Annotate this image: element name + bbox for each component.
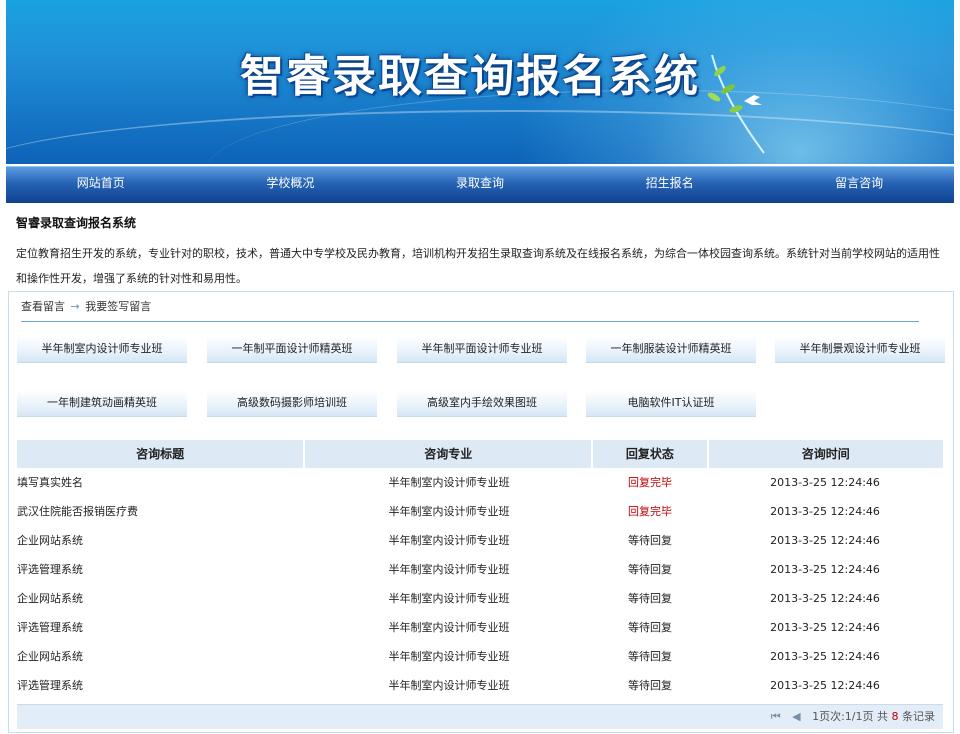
nav-home[interactable]: 网站首页 xyxy=(6,167,196,203)
arrow-right-icon: → xyxy=(70,300,80,313)
pager: ⏮ ◀ 1页次:1/1页 共 8 条记录 xyxy=(17,704,943,729)
table-row[interactable]: 评选管理系统 半年制室内设计师专业班 等待回复 2013-3-25 12:24:46 xyxy=(17,613,943,642)
main-nav: 网站首页 学校概况 录取查询 招生报名 留言咨询 xyxy=(6,166,954,203)
pager-info: ⏮ ◀ 1页次:1/1页 共 8 条记录 xyxy=(771,705,935,729)
row-time: 2013-3-25 12:24:46 xyxy=(770,476,880,489)
row-major: 半年制室内设计师专业班 xyxy=(388,476,510,489)
row-time: 2013-3-25 12:24:46 xyxy=(770,534,880,547)
page-text: 1页次:1/1页 共 xyxy=(812,710,888,723)
row-title[interactable]: 企业网站系统 xyxy=(17,642,305,671)
first-page-icon[interactable]: ⏮ xyxy=(771,710,781,723)
course-button[interactable]: 高级室内手绘效果图班 xyxy=(397,390,567,417)
banner: 智睿录取查询报名系统 xyxy=(6,0,954,164)
nav-enrollment[interactable]: 招生报名 xyxy=(575,167,765,203)
row-major: 半年制室内设计师专业班 xyxy=(388,534,510,547)
table-row[interactable]: 评选管理系统 半年制室内设计师专业班 等待回复 2013-3-25 12:24:46 xyxy=(17,671,943,700)
row-major: 半年制室内设计师专业班 xyxy=(388,505,510,518)
row-title[interactable]: 企业网站系统 xyxy=(17,584,305,613)
course-button[interactable]: 电脑软件IT认证班 xyxy=(586,390,756,417)
intro-title: 智睿录取查询报名系统 xyxy=(16,216,137,230)
nav-admission-query[interactable]: 录取查询 xyxy=(385,167,575,203)
row-status: 等待回复 xyxy=(628,650,672,663)
row-time: 2013-3-25 12:24:46 xyxy=(770,650,880,663)
row-status: 回复完毕 xyxy=(628,476,672,489)
page: 智睿录取查询报名系统 网站首页 学校概况 录取查询 招生报名 留言咨询 智睿录取… xyxy=(0,0,960,734)
row-title[interactable]: 评选管理系统 xyxy=(17,555,305,584)
course-button[interactable]: 半年制平面设计师专业班 xyxy=(397,336,567,363)
row-time: 2013-3-25 12:24:46 xyxy=(770,563,880,576)
course-button[interactable]: 高级数码摄影师培训班 xyxy=(207,390,377,417)
course-button[interactable]: 一年制平面设计师精英班 xyxy=(207,336,377,363)
row-major: 半年制室内设计师专业班 xyxy=(388,592,510,605)
table-body: 填写真实姓名 半年制室内设计师专业班 回复完毕 2013-3-25 12:24:46 武… xyxy=(17,468,943,700)
table-row[interactable]: 评选管理系统 半年制室内设计师专业班 等待回复 2013-3-25 12:24:46 xyxy=(17,555,943,584)
course-button[interactable]: 半年制室内设计师专业班 xyxy=(17,336,187,363)
view-messages-link[interactable]: 查看留言 xyxy=(21,300,65,313)
table-row[interactable]: 企业网站系统 半年制室内设计师专业班 等待回复 2013-3-25 12:24:46 xyxy=(17,584,943,613)
row-title[interactable]: 填写真实姓名 xyxy=(17,468,305,497)
row-major: 半年制室内设计师专业班 xyxy=(388,563,510,576)
row-status: 等待回复 xyxy=(628,592,672,605)
row-status: 等待回复 xyxy=(628,679,672,692)
row-status: 回复完毕 xyxy=(628,505,672,518)
row-time: 2013-3-25 12:24:46 xyxy=(770,679,880,692)
row-major: 半年制室内设计师专业班 xyxy=(388,621,510,634)
row-major: 半年制室内设计师专业班 xyxy=(388,650,510,663)
course-button[interactable]: 一年制服装设计师精英班 xyxy=(586,336,756,363)
table-row[interactable]: 武汉住院能否报销医疗费 半年制室内设计师专业班 回复完毕 2013-3-25 12:2… xyxy=(17,497,943,526)
write-message-link[interactable]: 我要签写留言 xyxy=(85,300,151,313)
row-title[interactable]: 评选管理系统 xyxy=(17,671,305,700)
header-major: 咨询专业 xyxy=(305,440,594,468)
nav-message-consult[interactable]: 留言咨询 xyxy=(764,167,954,203)
intro-text: 定位教育招生开发的系统，专业针对的职校，技术，普通大中专学校及民办教育，培训机构… xyxy=(16,247,940,285)
row-title[interactable]: 企业网站系统 xyxy=(17,526,305,555)
intro: 智睿录取查询报名系统 定位教育招生开发的系统，专业针对的职校，技术，普通大中专学… xyxy=(16,214,948,291)
table-row[interactable]: 填写真实姓名 半年制室内设计师专业班 回复完毕 2013-3-25 12:24:46 xyxy=(17,468,943,497)
course-button[interactable]: 半年制景观设计师专业班 xyxy=(775,336,945,363)
record-unit: 条记录 xyxy=(902,710,935,723)
table-row[interactable]: 企业网站系统 半年制室内设计师专业班 等待回复 2013-3-25 12:24:46 xyxy=(17,526,943,555)
header-title: 咨询标题 xyxy=(17,440,306,468)
message-board: 查看留言 → 我要签写留言 半年制室内设计师专业班 一年制平面设计师精英班 半年… xyxy=(8,291,954,733)
row-title[interactable]: 评选管理系统 xyxy=(17,613,305,642)
nav-school-overview[interactable]: 学校概况 xyxy=(196,167,386,203)
record-count: 8 xyxy=(891,710,899,723)
breadcrumb: 查看留言 → 我要签写留言 xyxy=(21,298,151,314)
consult-table: 咨询标题 咨询专业 回复状态 咨询时间 填写真实姓名 半年制室内设计师专业班 回复完… xyxy=(17,440,943,700)
course-button[interactable]: 一年制建筑动画精英班 xyxy=(17,390,187,417)
bird-branch-icon xyxy=(707,54,765,154)
prev-page-icon[interactable]: ◀ xyxy=(792,710,800,723)
row-status: 等待回复 xyxy=(628,534,672,547)
divider xyxy=(21,321,919,322)
row-status: 等待回复 xyxy=(628,621,672,634)
header-status: 回复状态 xyxy=(593,440,709,468)
row-major: 半年制室内设计师专业班 xyxy=(388,679,510,692)
table-row[interactable]: 企业网站系统 半年制室内设计师专业班 等待回复 2013-3-25 12:24:46 xyxy=(17,642,943,671)
banner-title: 智睿录取查询报名系统 xyxy=(240,51,700,102)
row-time: 2013-3-25 12:24:46 xyxy=(770,505,880,518)
row-time: 2013-3-25 12:24:46 xyxy=(770,621,880,634)
row-time: 2013-3-25 12:24:46 xyxy=(770,592,880,605)
row-status: 等待回复 xyxy=(628,563,672,576)
table-header: 咨询标题 咨询专业 回复状态 咨询时间 xyxy=(17,440,943,468)
row-title[interactable]: 武汉住院能否报销医疗费 xyxy=(17,497,305,526)
header-time: 咨询时间 xyxy=(801,447,850,461)
